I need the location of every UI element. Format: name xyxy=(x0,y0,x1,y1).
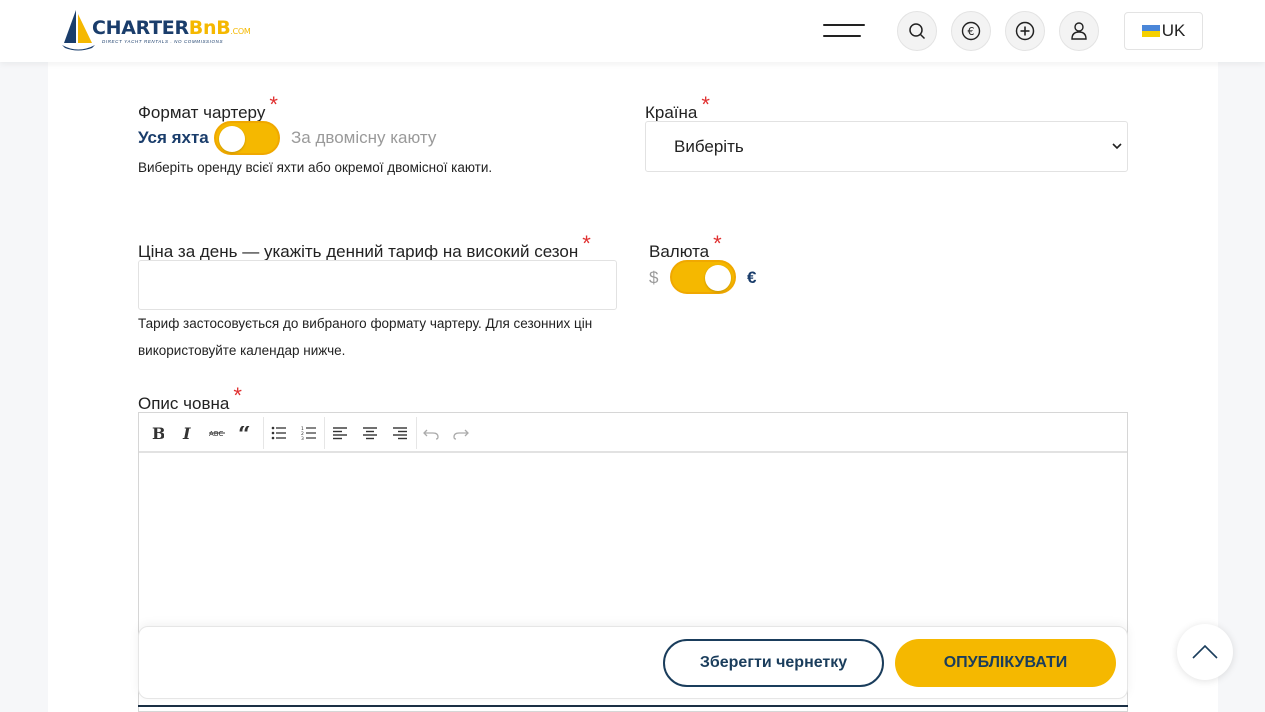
align-left-icon[interactable] xyxy=(328,421,352,445)
align-center-icon[interactable] xyxy=(358,421,382,445)
user-icon xyxy=(1071,22,1087,40)
add-listing-button[interactable] xyxy=(1005,11,1045,51)
country-select-value: Виберіть xyxy=(674,137,744,156)
site-header: CHARTERBnB.COM DIRECT YACHT RENTALS . NO… xyxy=(0,0,1265,62)
charter-format-toggle[interactable] xyxy=(214,121,280,155)
chevron-down-icon xyxy=(1112,143,1122,150)
italic-icon[interactable]: I xyxy=(175,421,199,445)
ukraine-flag-icon xyxy=(1141,25,1160,37)
language-selector[interactable]: UK xyxy=(1124,12,1203,50)
logo-tagline: DIRECT YACHT RENTALS . NO COMMISSIONS xyxy=(102,39,224,44)
charter-format-option-whole-yacht[interactable]: Уся яхта xyxy=(138,128,209,148)
currency-button[interactable]: € xyxy=(951,11,991,51)
logo-wordmark: CHARTERBnB.COM xyxy=(92,17,251,39)
add-icon xyxy=(1015,21,1035,41)
charter-format-help: Виберіть оренду всієї яхти або окремої д… xyxy=(138,160,493,175)
account-button[interactable] xyxy=(1059,11,1099,51)
price-help-line: Тариф застосовується до вибраного формат… xyxy=(138,316,593,331)
svg-text:I: I xyxy=(182,425,191,441)
logo[interactable]: CHARTERBnB.COM DIRECT YACHT RENTALS . NO… xyxy=(62,8,252,52)
listing-form: Формат чартеру * Уся яхта За двомісну каю… xyxy=(48,62,1218,712)
price-help-line: використовуйте календар нижче. xyxy=(138,343,346,358)
sailboat-logo-icon xyxy=(62,10,95,51)
redo-icon[interactable] xyxy=(449,421,473,445)
divider xyxy=(138,705,1128,707)
price-help: Тариф застосовується до вибраного формат… xyxy=(138,310,592,364)
search-icon xyxy=(909,23,926,40)
price-input[interactable] xyxy=(138,260,617,310)
publish-button[interactable]: ОПУБЛІКУВАТИ xyxy=(895,639,1116,687)
language-label: UK xyxy=(1161,21,1186,40)
toggle-knob xyxy=(219,126,245,152)
currency-toggle[interactable] xyxy=(670,260,736,294)
toggle-knob xyxy=(705,265,731,291)
svg-text:€: € xyxy=(968,25,975,38)
currency-option-usd[interactable]: $ xyxy=(649,268,658,288)
country-select[interactable]: Виберіть xyxy=(645,121,1128,172)
align-right-icon[interactable] xyxy=(388,421,412,445)
quote-icon[interactable]: “ xyxy=(235,421,259,445)
bullet-list-icon[interactable] xyxy=(267,421,291,445)
currency-option-eur[interactable]: € xyxy=(747,268,756,288)
menu-icon[interactable] xyxy=(823,24,865,40)
search-button[interactable] xyxy=(897,11,937,51)
strikethrough-icon[interactable]: ABC xyxy=(205,421,229,445)
editor-toolbar: B I ABC “ 123 xyxy=(139,413,1127,453)
chevron-up-icon xyxy=(1192,644,1218,659)
svg-text:ABC: ABC xyxy=(209,430,223,438)
euro-icon: € xyxy=(961,21,981,41)
action-bar: Зберегти чернетку ОПУБЛІКУВАТИ xyxy=(138,626,1128,699)
numbered-list-icon[interactable]: 123 xyxy=(297,421,321,445)
svg-text:“: “ xyxy=(238,426,251,440)
svg-text:B: B xyxy=(152,425,164,441)
svg-text:3: 3 xyxy=(301,436,304,440)
charter-format-option-cabin[interactable]: За двомісну каюту xyxy=(291,128,436,148)
undo-icon[interactable] xyxy=(419,421,443,445)
scroll-to-top-button[interactable] xyxy=(1177,624,1233,680)
save-draft-button[interactable]: Зберегти чернетку xyxy=(663,639,884,687)
bold-icon[interactable]: B xyxy=(145,421,169,445)
